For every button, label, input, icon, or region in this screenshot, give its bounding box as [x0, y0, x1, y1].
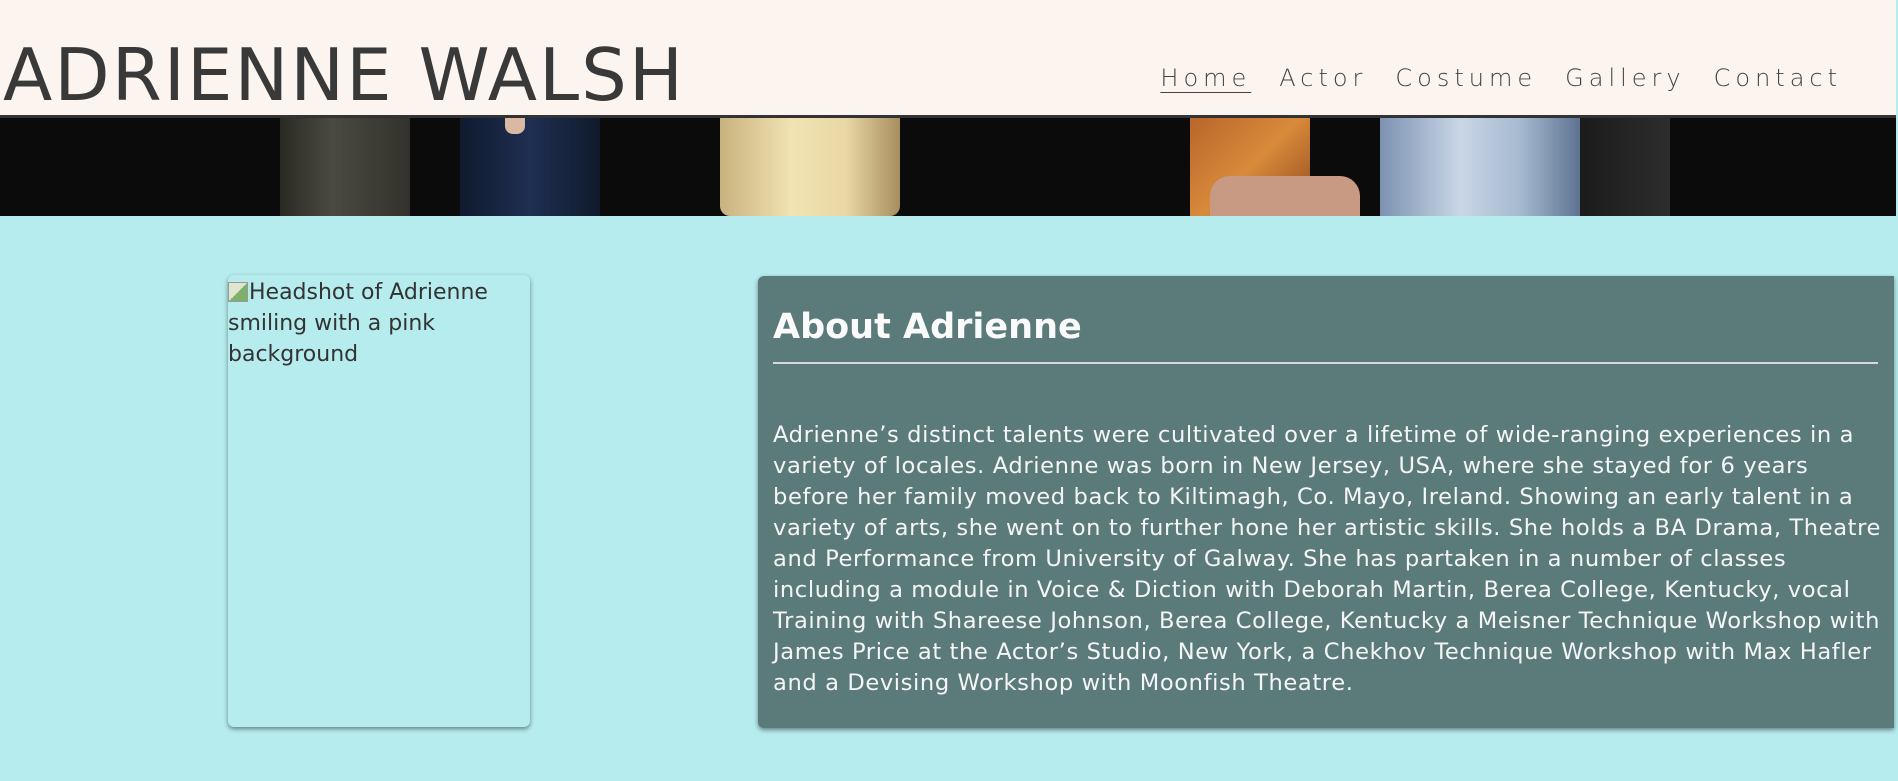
hero-figure-arm — [1210, 176, 1360, 216]
hero-banner-image — [0, 118, 1896, 216]
about-divider — [773, 362, 1878, 364]
nav-link-contact[interactable]: Contact — [1714, 62, 1842, 94]
hero-figure — [720, 118, 900, 216]
broken-image-icon — [228, 282, 248, 302]
about-card: About Adrienne Adrienne’s distinct talen… — [758, 276, 1894, 728]
hero-figure — [1580, 118, 1670, 216]
site-title[interactable]: ADRIENNE WALSH — [3, 35, 685, 115]
hero-figure — [1380, 118, 1580, 216]
about-body: Adrienne’s distinct talents were cultiva… — [773, 422, 1882, 696]
hero-figure — [460, 118, 600, 216]
hero-figure — [280, 118, 410, 216]
site-header: ADRIENNE WALSH Home Actor Costume Galler… — [0, 0, 1896, 118]
nav-link-costume[interactable]: Costume — [1395, 62, 1537, 94]
nav-link-gallery[interactable]: Gallery — [1565, 62, 1685, 94]
nav-link-actor[interactable]: Actor — [1279, 62, 1367, 94]
about-title: About Adrienne — [773, 307, 1082, 347]
headshot-image: Headshot of Adrienne smiling with a pink… — [228, 275, 530, 727]
main-nav: Home Actor Costume Gallery Contact — [1160, 62, 1842, 94]
headshot-alt-text: Headshot of Adrienne smiling with a pink… — [228, 280, 488, 367]
hero-figure-hand — [505, 118, 525, 134]
nav-link-home[interactable]: Home — [1160, 62, 1251, 94]
